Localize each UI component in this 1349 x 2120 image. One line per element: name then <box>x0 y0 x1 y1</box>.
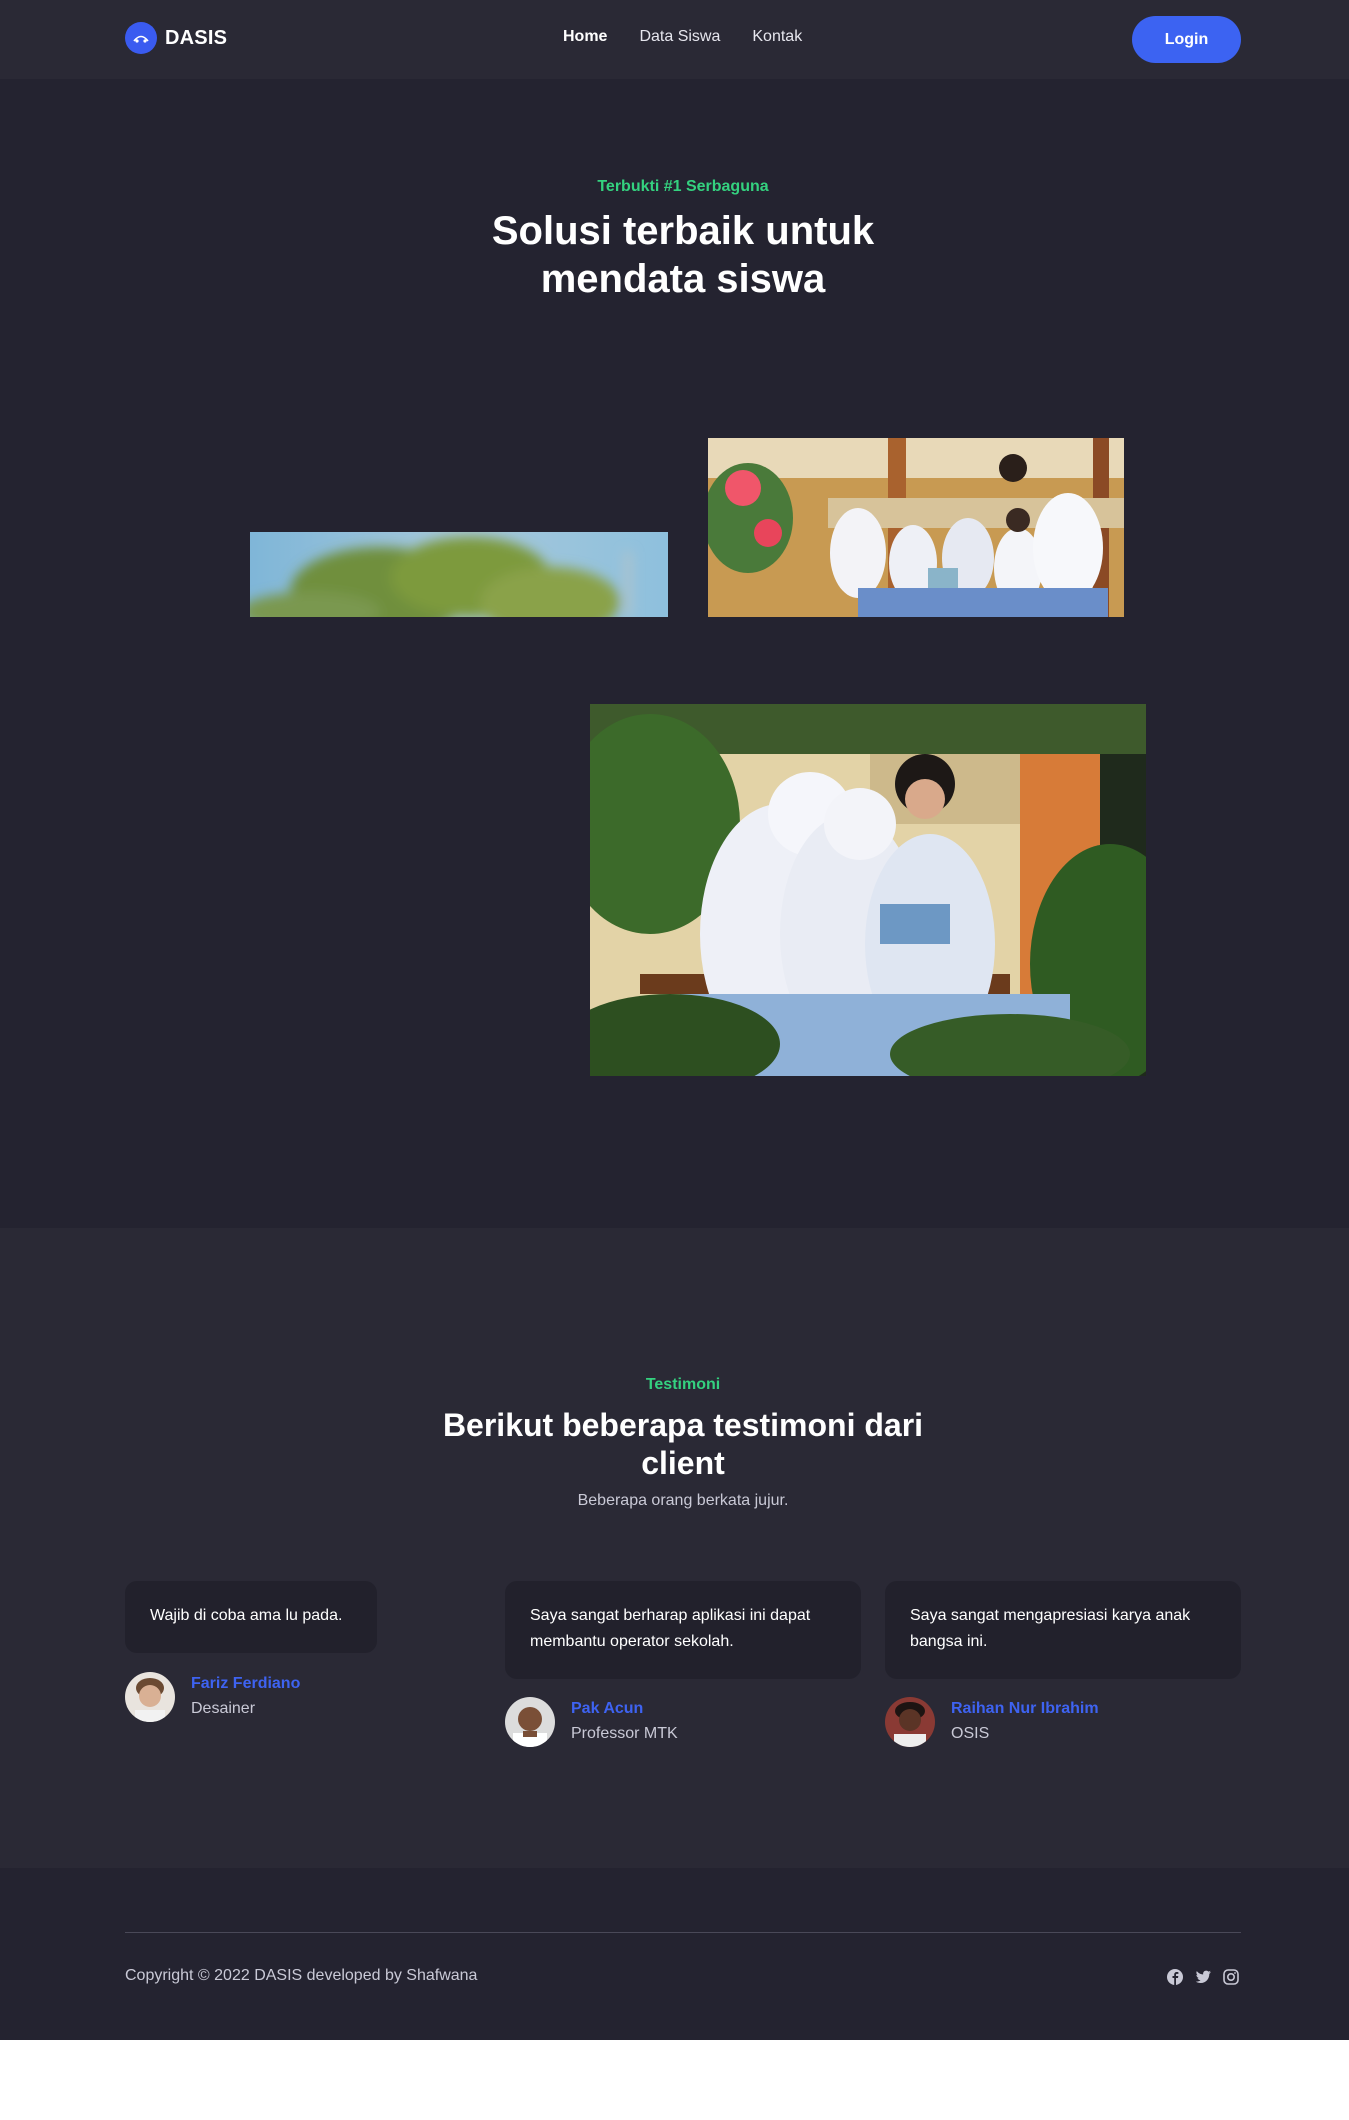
twitter-icon[interactable] <box>1194 1968 1212 1986</box>
testimonials-section: Testimoni Berikut beberapa testimoni dar… <box>0 1228 1349 1868</box>
nav-home[interactable]: Home <box>563 28 607 46</box>
testimonial-card: Wajib di coba ama lu pada. <box>125 1581 377 1653</box>
hero-title-line-1: Solusi terbaik untuk <box>491 209 875 253</box>
brand-logo[interactable]: DASIS <box>125 22 227 54</box>
testimonials-kicker: Testimoni <box>645 1376 721 1393</box>
testimonial-quote: Saya sangat berharap aplikasi ini dapat … <box>530 1607 811 1650</box>
hero-section: Terbukti #1 Serbaguna Solusi terbaik unt… <box>0 79 1349 1228</box>
site-header: DASIS Home Data Siswa Kontak Login <box>0 0 1349 79</box>
logo-icon <box>125 22 157 54</box>
testimonial-quote: Saya sangat mengapresiasi karya anak ban… <box>910 1607 1191 1650</box>
hero-title: Solusi terbaik untuk mendata siswa <box>0 207 1349 303</box>
avatar <box>885 1697 935 1747</box>
author-name[interactable]: Raihan Nur Ibrahim <box>951 1697 1099 1721</box>
testimonial-quote: Wajib di coba ama lu pada. <box>150 1607 343 1624</box>
author-name[interactable]: Pak Acun <box>571 1697 678 1721</box>
testimonial-author: Raihan Nur Ibrahim OSIS <box>885 1697 1099 1747</box>
author-role: Professor MTK <box>571 1725 678 1742</box>
nav-data-siswa[interactable]: Data Siswa <box>639 28 720 46</box>
testimonial-author: Fariz Ferdiano Desainer <box>125 1672 300 1722</box>
testimonial-card: Saya sangat mengapresiasi karya anak ban… <box>885 1581 1241 1679</box>
testimonials-subtitle: Beberapa orang berkata jujur. <box>577 1492 789 1509</box>
instagram-icon[interactable] <box>1222 1968 1240 1986</box>
testimonial-card: Saya sangat berharap aplikasi ini dapat … <box>505 1581 861 1679</box>
brand-name: DASIS <box>165 26 228 49</box>
author-info: Raihan Nur Ibrahim OSIS <box>951 1697 1099 1747</box>
testimonial-author: Pak Acun Professor MTK <box>505 1697 678 1747</box>
footer-copyright: Copyright © 2022 DASIS developed by Shaf… <box>125 1967 478 1984</box>
author-name[interactable]: Fariz Ferdiano <box>191 1672 300 1696</box>
author-role: Desainer <box>191 1700 256 1717</box>
hero-photo-trees <box>250 532 668 617</box>
hero-photo-students-reading <box>590 704 1146 1076</box>
testimonials-title: Berikut beberapa testimoni dari client <box>0 1406 1349 1482</box>
nav-kontak[interactable]: Kontak <box>752 28 802 46</box>
site-footer: Copyright © 2022 DASIS developed by Shaf… <box>0 1868 1349 2040</box>
avatar <box>125 1672 175 1722</box>
author-info: Pak Acun Professor MTK <box>571 1697 678 1747</box>
login-button[interactable]: Login <box>1132 16 1241 63</box>
hero-title-line-2: mendata siswa <box>540 257 826 301</box>
author-info: Fariz Ferdiano Desainer <box>191 1672 300 1722</box>
avatar <box>505 1697 555 1747</box>
author-role: OSIS <box>951 1725 990 1742</box>
footer-divider <box>125 1932 1241 1933</box>
facebook-icon[interactable] <box>1166 1968 1184 1986</box>
hero-photo-students-group <box>708 438 1124 617</box>
social-links <box>1166 1968 1240 1986</box>
testimonials-title-line-2: client <box>641 1445 725 1481</box>
main-nav: Home Data Siswa Kontak <box>563 28 802 46</box>
hero-kicker: Terbukti #1 Serbaguna <box>597 178 769 195</box>
testimonials-title-line-1: Berikut beberapa testimoni dari <box>442 1407 924 1443</box>
